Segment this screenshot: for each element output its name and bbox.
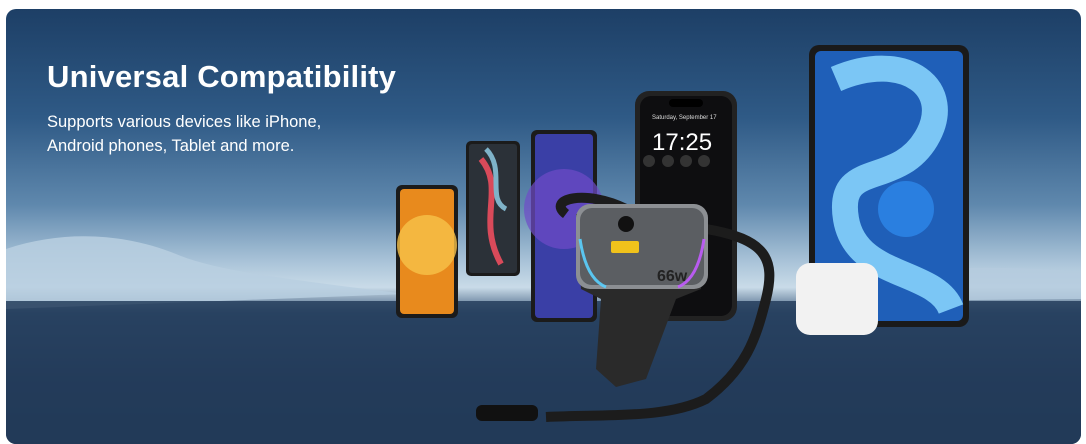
phone-galaxy (466, 141, 520, 276)
phone-date: Saturday, September 17 (652, 115, 717, 121)
usb-c-plug (476, 405, 538, 421)
hero-banner: Universal Compatibility Supports various… (6, 9, 1081, 444)
subline: Supports various devices like iPhone, An… (47, 113, 322, 155)
sand-dune-left (6, 236, 406, 309)
phone-orange (396, 185, 458, 318)
earbuds-case (796, 263, 878, 335)
phone-clock: 17:25 (652, 129, 713, 156)
charger-power-label: 66w (657, 268, 688, 285)
headline: Universal Compatibility (47, 59, 397, 94)
